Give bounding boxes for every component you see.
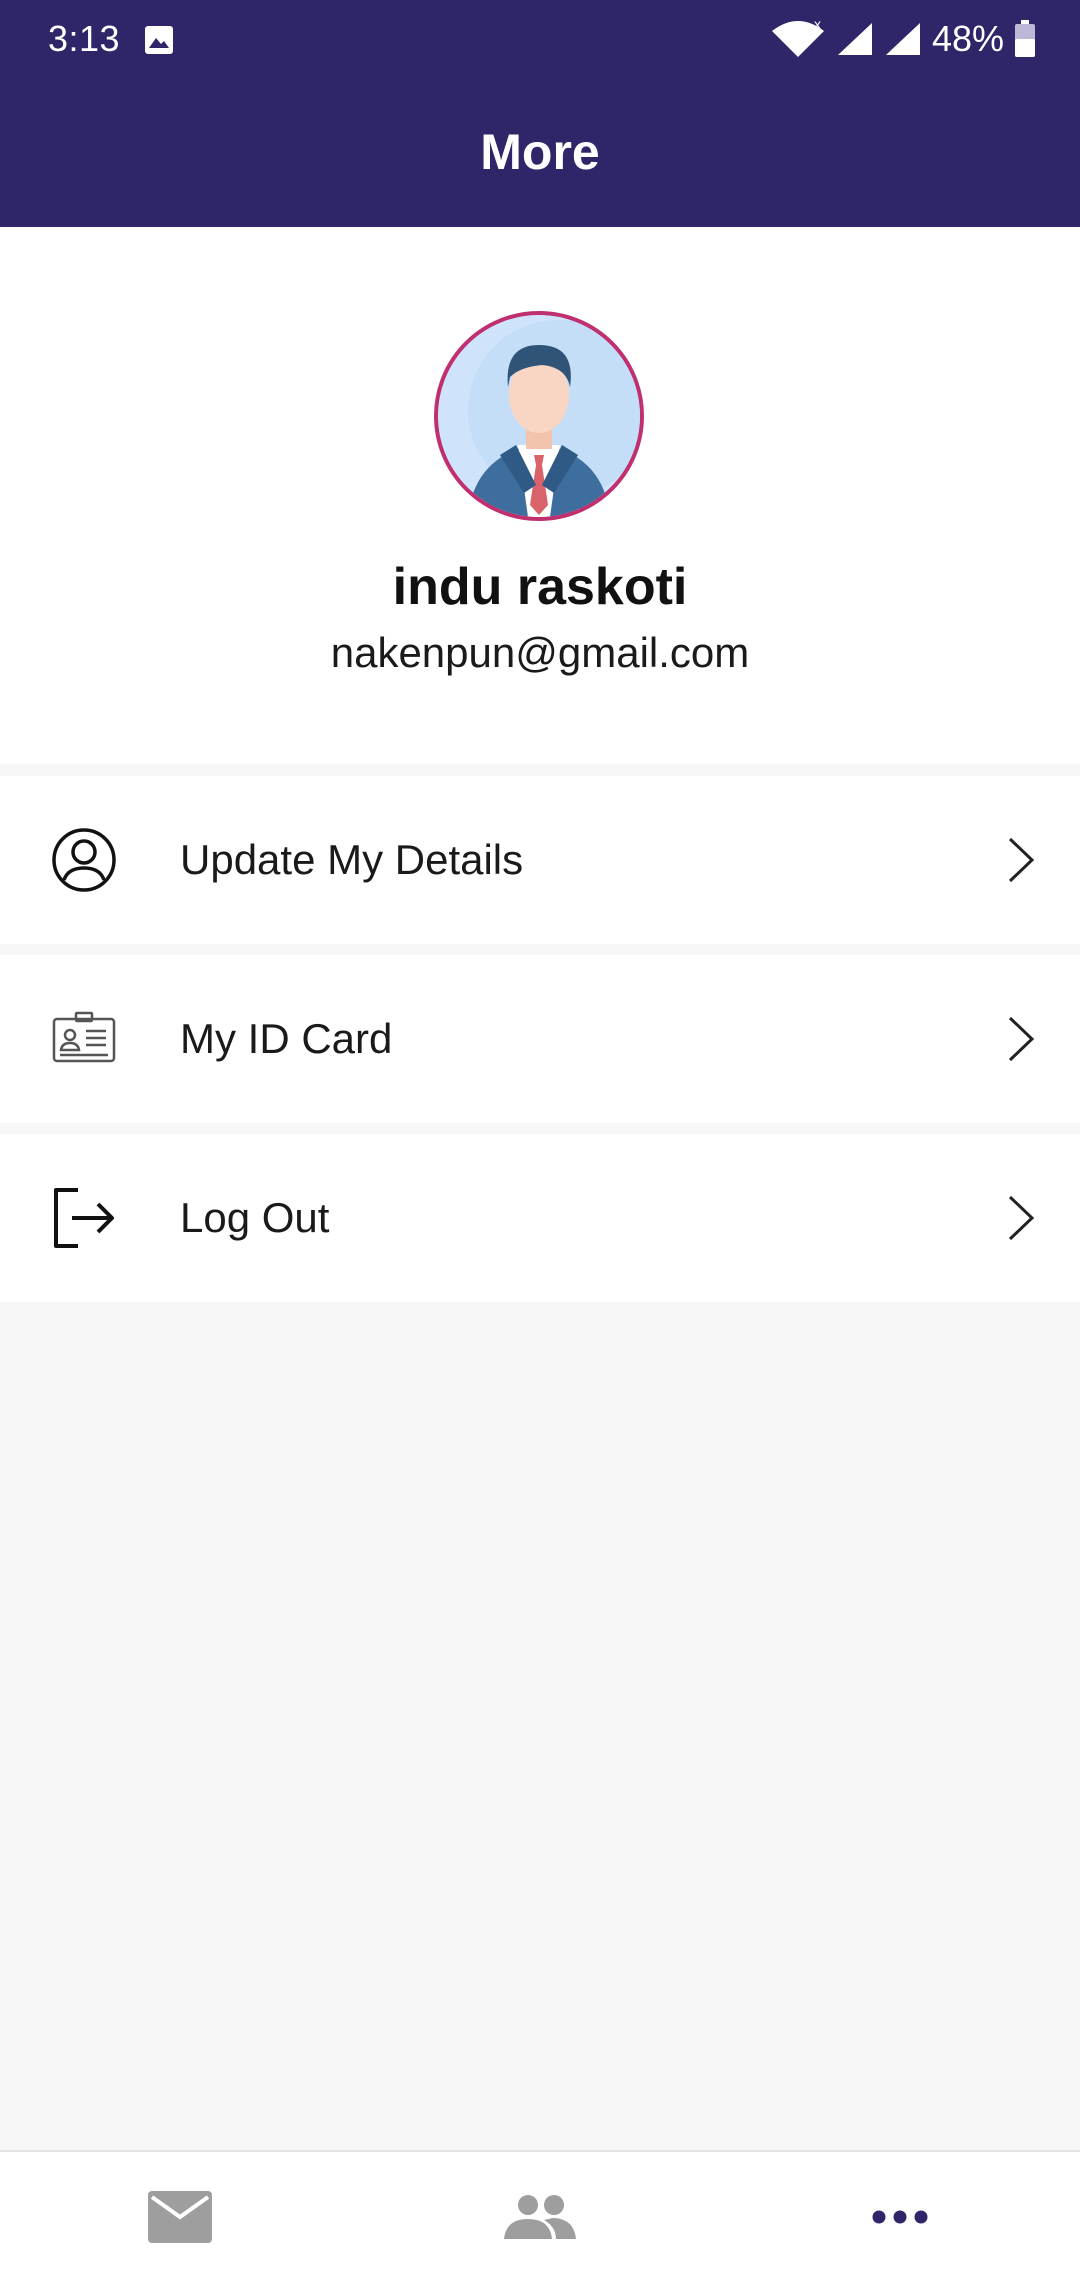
menu-item-id-card[interactable]: My ID Card (0, 955, 1080, 1123)
profile-card: indu raskoti nakenpun@gmail.com (0, 227, 1080, 764)
signal-icon (837, 23, 872, 55)
status-time: 3:13 (48, 18, 121, 59)
battery-percent: 48% (931, 18, 1004, 59)
status-bar: 3:13 x 48% (0, 0, 1080, 80)
avatar-illustration (438, 315, 640, 517)
wifi-icon: x (771, 19, 824, 57)
app-bar: More (0, 80, 1080, 227)
page-title: More (480, 123, 600, 180)
mail-icon (148, 2191, 212, 2243)
people-icon (504, 2195, 576, 2239)
chevron-right-icon (1008, 1195, 1035, 1241)
profile-name: indu raskoti (392, 558, 688, 616)
id-card-icon (52, 1011, 116, 1063)
user-circle-icon (52, 828, 116, 892)
bottom-navigation (0, 2150, 1080, 2282)
chevron-right-icon (1008, 1016, 1035, 1062)
svg-text:x: x (814, 19, 821, 32)
more-dots-icon (872, 2210, 928, 2224)
profile-email: nakenpun@gmail.com (330, 629, 750, 676)
image-notification-icon (145, 26, 173, 54)
avatar (434, 311, 644, 521)
signal-icon-2 (885, 23, 920, 55)
menu-item-update-details[interactable]: Update My Details (0, 776, 1080, 944)
nav-people[interactable] (440, 2152, 640, 2282)
menu-item-logout[interactable]: Log Out (0, 1134, 1080, 1302)
menu-label-logout: Log Out (180, 1194, 330, 1241)
logout-icon (54, 1188, 114, 1248)
chevron-right-icon (1008, 837, 1035, 883)
menu-label-update-details: Update My Details (180, 836, 524, 883)
nav-messages[interactable] (80, 2152, 280, 2282)
status-indicators: x 48% (770, 18, 1036, 60)
battery-icon (1015, 20, 1035, 57)
menu-label-id-card: My ID Card (180, 1015, 393, 1062)
nav-more[interactable] (800, 2152, 1000, 2282)
